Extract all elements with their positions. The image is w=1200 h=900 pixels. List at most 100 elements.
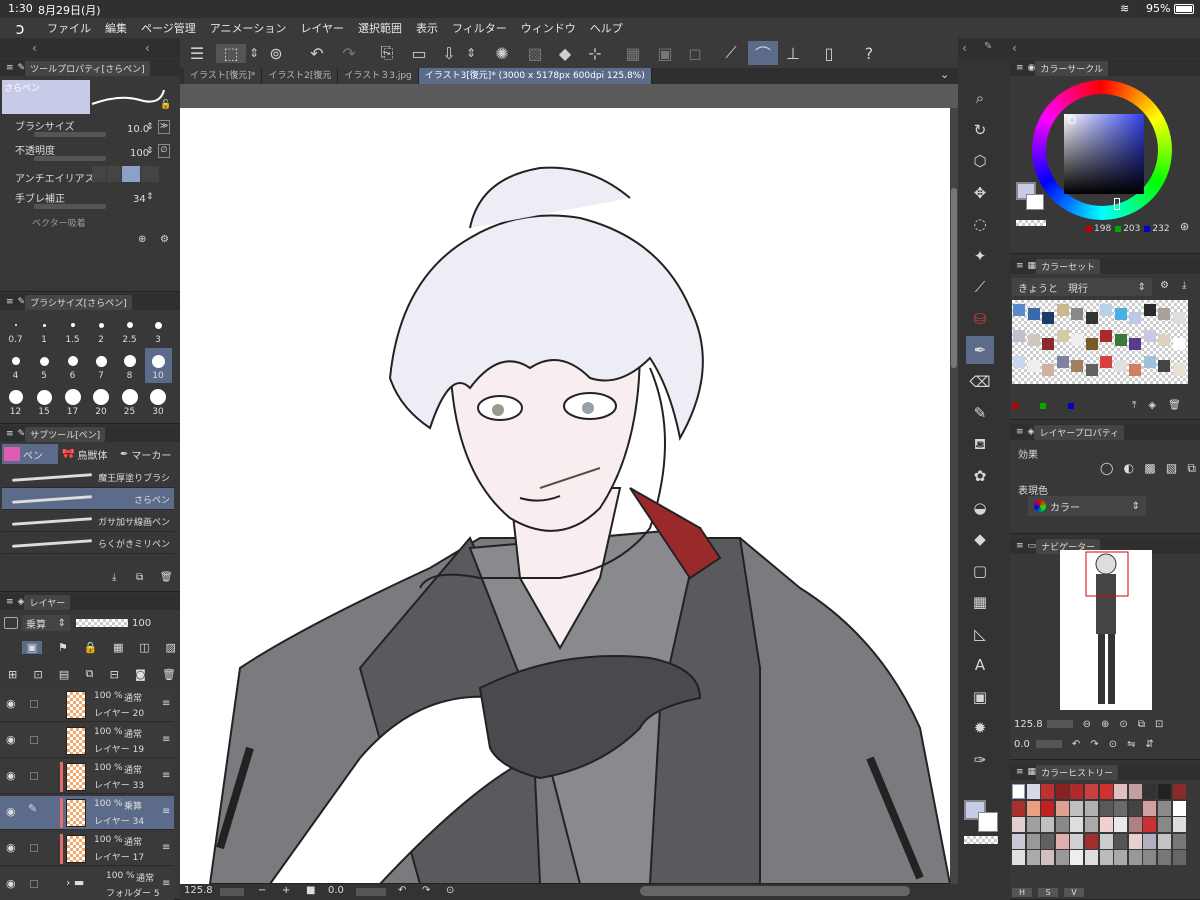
save-icon[interactable]: ⇩ xyxy=(434,44,464,63)
menu-icon[interactable]: ≡ xyxy=(1016,63,1024,73)
history-swatch[interactable] xyxy=(1012,784,1025,799)
trash-icon[interactable]: 🗑 xyxy=(160,572,173,583)
layer-checkbox[interactable]: ✎ xyxy=(28,802,37,815)
color-set-swatch[interactable] xyxy=(1143,304,1156,316)
vertical-scrollbar[interactable] xyxy=(950,108,958,884)
opacity-slider[interactable] xyxy=(34,156,106,161)
menu-item[interactable]: ファイル xyxy=(40,20,98,36)
layer-checkbox[interactable] xyxy=(30,844,38,852)
select-border-icon[interactable]: ◻ xyxy=(680,44,710,63)
color-set-swatch[interactable] xyxy=(1129,364,1141,376)
new-folder-icon[interactable]: ▤ xyxy=(59,668,69,681)
border-effect-icon[interactable]: ◯ xyxy=(1100,461,1113,475)
clear-icon[interactable]: ▧ xyxy=(520,44,550,63)
lasso-icon[interactable]: ⊚ xyxy=(262,44,290,63)
history-swatch[interactable] xyxy=(1070,833,1084,849)
color-set-swatch[interactable] xyxy=(1027,360,1040,372)
hamburger-icon[interactable]: ☰ xyxy=(184,44,210,63)
help-icon[interactable]: ? xyxy=(852,44,886,63)
history-swatch[interactable] xyxy=(1114,800,1128,816)
layer-checkbox[interactable] xyxy=(30,772,38,780)
tab-document[interactable]: イラスト3[復元]* (3000 x 5178px 600dpi 125.8%) xyxy=(418,68,652,84)
color-set-swatch[interactable] xyxy=(1158,360,1170,372)
fill-icon[interactable]: ◆ xyxy=(550,44,580,63)
color-set-swatch[interactable] xyxy=(1042,364,1054,376)
folder-icon[interactable]: › ▬ xyxy=(66,876,84,889)
tab-v[interactable]: V xyxy=(1064,888,1084,897)
mode-icon[interactable]: ⧉ xyxy=(1187,461,1196,476)
history-swatch[interactable] xyxy=(1085,817,1098,832)
lock-icon[interactable]: 🔓 xyxy=(160,100,171,110)
brush-size-option[interactable]: 8 xyxy=(116,348,143,383)
history-swatch[interactable] xyxy=(1099,833,1113,849)
history-swatch[interactable] xyxy=(1128,833,1142,849)
antialias-weak[interactable] xyxy=(107,166,121,182)
menu-icon[interactable]: ≡ xyxy=(1016,767,1024,777)
brush-size-option[interactable]: 2 xyxy=(88,312,115,347)
mask-icon[interactable]: ◫ xyxy=(139,641,149,654)
menu-item[interactable]: 編集 xyxy=(98,20,134,36)
menu-icon[interactable]: ≡ xyxy=(6,429,14,439)
frame-icon[interactable]: ▦ xyxy=(966,588,994,616)
new-file-icon[interactable]: ⎘ xyxy=(370,43,404,63)
color-set-swatch[interactable] xyxy=(1143,330,1156,342)
drag-handle-icon[interactable]: ≡ xyxy=(162,770,170,781)
subtool-item[interactable]: さらペン xyxy=(2,488,174,510)
menu-item[interactable]: ウィンドウ xyxy=(514,20,583,36)
horizontal-scrollbar[interactable] xyxy=(640,886,910,896)
eye-icon[interactable]: ◉ xyxy=(6,769,16,782)
layer-row[interactable]: ◉ 100 % 通常 レイヤー 20 ≡ xyxy=(0,688,174,722)
rotate-left-icon[interactable]: ↶ xyxy=(398,885,406,896)
color-set-swatch[interactable] xyxy=(1071,334,1083,346)
history-swatch[interactable] xyxy=(1143,850,1157,865)
stepper-icon[interactable]: ⇕ xyxy=(146,192,154,202)
zoom-out-icon[interactable]: ⊖ xyxy=(1083,719,1091,730)
new-vector-layer-icon[interactable]: ⊡ xyxy=(33,668,42,681)
color-history-grid[interactable] xyxy=(1012,784,1188,888)
zoom-in-button[interactable]: + xyxy=(282,885,290,896)
rotate-right-icon[interactable]: ↷ xyxy=(1090,739,1098,750)
flip-horizontal-icon[interactable]: ⇋ xyxy=(1127,739,1135,750)
history-swatch[interactable] xyxy=(1114,817,1128,832)
layer-row[interactable]: ◉ › ▬ 100 % 通常 フォルダー 5 ≡ xyxy=(0,868,174,900)
color-set-swatch[interactable] xyxy=(1013,304,1025,316)
brush-size-option[interactable]: 4 xyxy=(2,348,29,383)
brush-size-option[interactable]: 25 xyxy=(116,384,143,419)
zoom-in-icon[interactable]: ⊕ xyxy=(1101,719,1109,730)
color-set-swatch[interactable] xyxy=(1114,308,1127,320)
menu-icon[interactable]: ≡ xyxy=(6,297,14,307)
color-set-swatch[interactable] xyxy=(1100,304,1112,316)
history-swatch[interactable] xyxy=(1041,817,1055,832)
history-swatch[interactable] xyxy=(1099,817,1113,832)
history-swatch[interactable] xyxy=(1128,784,1142,799)
menu-icon[interactable]: ≡ xyxy=(6,597,14,607)
color-set-swatch[interactable] xyxy=(1114,334,1127,346)
burst-icon[interactable]: ✹ xyxy=(966,714,994,742)
redo-icon[interactable]: ↷ xyxy=(334,44,364,63)
brush-size-option[interactable]: 30 xyxy=(145,384,172,419)
history-swatch[interactable] xyxy=(1172,850,1186,865)
open-folder-icon[interactable]: ▭ xyxy=(404,44,434,63)
color-set-swatch[interactable] xyxy=(1071,308,1083,320)
palette-icon[interactable]: ▨ xyxy=(166,641,176,654)
ribbon-icon[interactable]: ✿ xyxy=(966,462,994,490)
history-swatch[interactable] xyxy=(1041,833,1055,849)
history-swatch[interactable] xyxy=(1070,800,1084,816)
copy-icon[interactable]: ⧉ xyxy=(136,572,143,583)
color-set-grid[interactable] xyxy=(1012,300,1188,384)
snap-grid-icon[interactable]: ⊥ xyxy=(778,44,808,63)
history-swatch[interactable] xyxy=(1026,800,1040,816)
tab-pen[interactable]: ペン xyxy=(2,444,58,464)
transparent-swatch[interactable] xyxy=(964,836,998,844)
fit-icon[interactable]: ■ xyxy=(306,885,315,896)
tab-bird[interactable]: 🎀 鳥獣体 xyxy=(58,444,116,464)
snap-special-icon[interactable]: ⌒ xyxy=(748,41,778,65)
chevron-left-icon[interactable]: ‹ xyxy=(32,41,37,55)
ruler-snap-icon[interactable]: ⟋ xyxy=(714,43,748,63)
history-swatch[interactable] xyxy=(1055,800,1069,816)
history-swatch[interactable] xyxy=(1026,833,1040,849)
transform-icon[interactable]: ⊹ xyxy=(580,44,610,63)
stepper-icon[interactable]: ⇕ xyxy=(146,146,154,156)
reset-rotation-icon[interactable]: ⊙ xyxy=(1109,739,1117,750)
history-swatch[interactable] xyxy=(1099,800,1113,816)
